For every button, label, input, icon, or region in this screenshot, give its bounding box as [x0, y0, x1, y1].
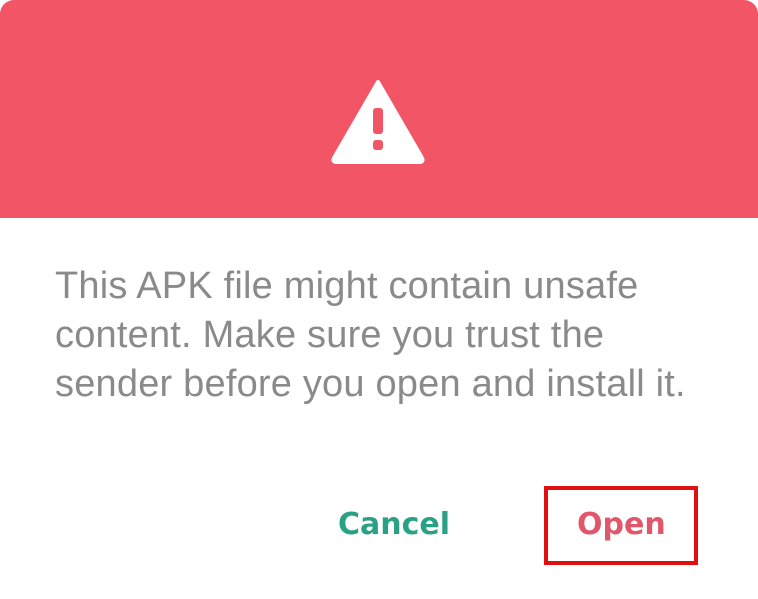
- cancel-button[interactable]: Cancel: [338, 505, 450, 545]
- dialog-message: This APK file might contain unsafe conte…: [55, 265, 686, 405]
- open-button[interactable]: Open: [577, 505, 666, 545]
- dialog-header: [0, 0, 758, 218]
- warning-triangle-icon: [331, 80, 425, 164]
- apk-warning-dialog: This APK file might contain unsafe conte…: [0, 0, 758, 599]
